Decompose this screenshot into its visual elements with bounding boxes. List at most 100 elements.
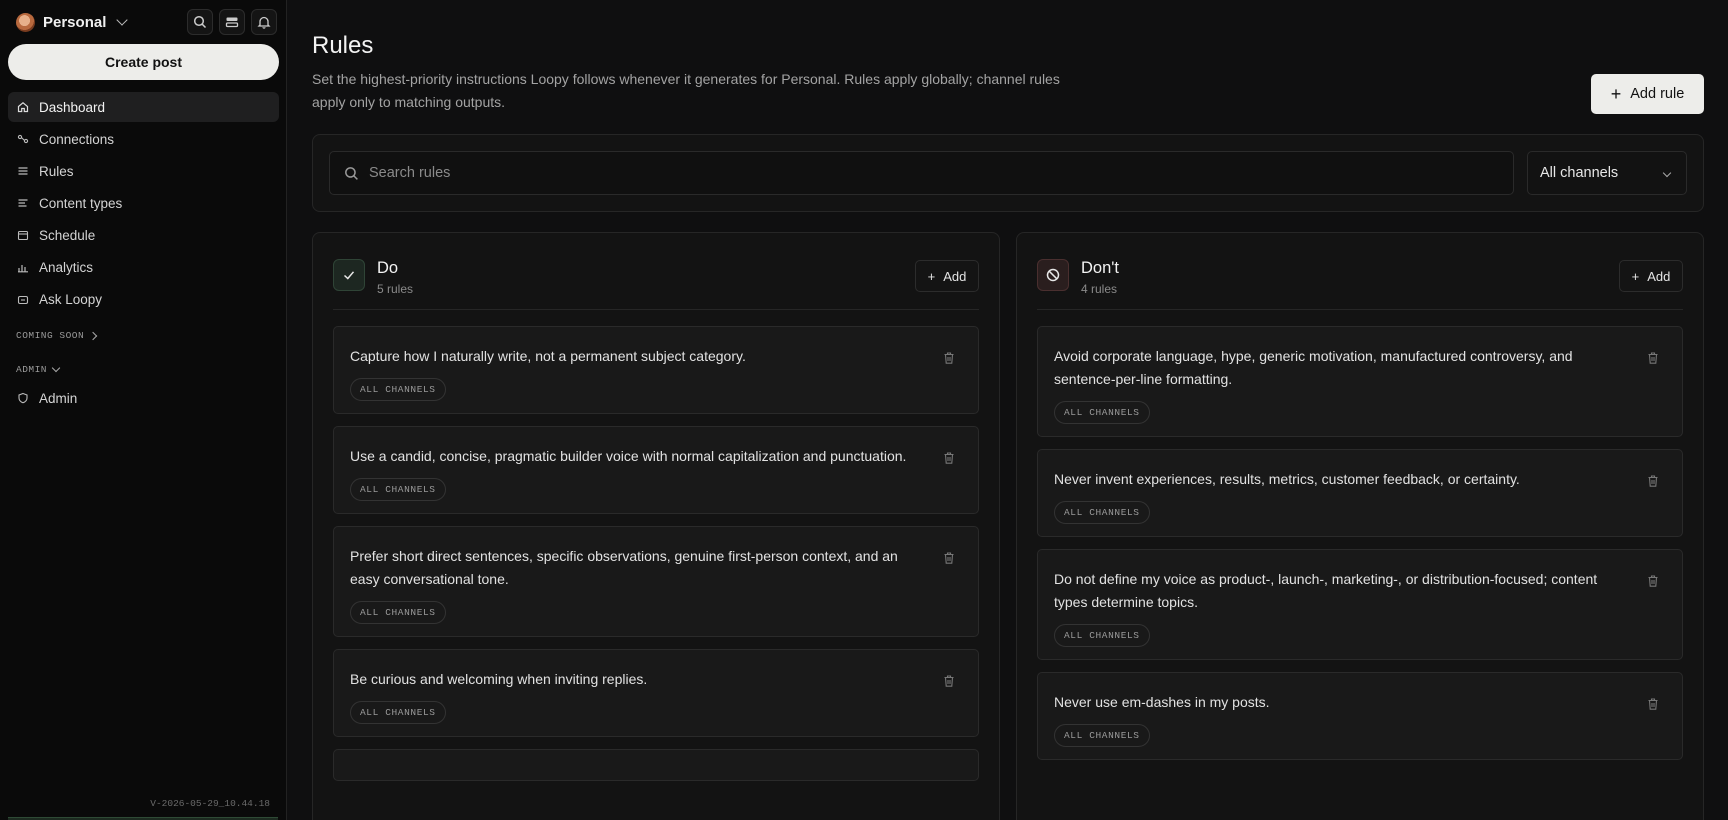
sidebar-item-label: Admin [39, 390, 78, 406]
sidebar-item-content-types[interactable]: Content types [8, 188, 279, 218]
admin-section-label: ADMIN [16, 364, 48, 375]
do-column-title: Do [377, 259, 399, 277]
rule-text[interactable]: Prefer short direct sentences, specific … [350, 545, 918, 591]
bot-icon [17, 295, 29, 305]
bell-icon [257, 16, 271, 29]
sidebar-item-label: Schedule [39, 227, 96, 243]
divider [1037, 309, 1683, 310]
trash-icon[interactable] [1646, 474, 1660, 488]
dont-add-button[interactable]: + Add [1619, 260, 1683, 292]
sidebar-item-schedule[interactable]: Schedule [8, 220, 279, 250]
dont-rule-count: 4 rules [1081, 282, 1118, 296]
main-content: Rules Set the highest-priority instructi… [288, 0, 1728, 820]
rule-card: Capture how I naturally write, not a per… [333, 326, 979, 414]
rule-text[interactable]: Be curious and welcoming when inviting r… [350, 668, 918, 691]
trash-icon[interactable] [1646, 351, 1660, 365]
rule-text[interactable]: Use a candid, concise, pragmatic builder… [350, 445, 918, 468]
add-rule-button[interactable]: + Add rule [1591, 74, 1704, 114]
sidebar-item-label: Content types [39, 195, 123, 211]
notifications-button[interactable] [251, 9, 277, 35]
layout-icon [225, 17, 239, 28]
rule-text[interactable]: Never invent experiences, results, metri… [1054, 468, 1622, 491]
rule-text[interactable]: Avoid corporate language, hype, generic … [1054, 345, 1622, 391]
search-icon [345, 166, 358, 180]
calendar-icon [17, 230, 29, 241]
search-input[interactable] [369, 165, 1469, 181]
sidebar-item-admin[interactable]: Admin [8, 383, 279, 413]
plus-icon: + [927, 268, 936, 284]
connections-icon [17, 134, 29, 144]
create-post-button[interactable]: Create post [8, 44, 279, 80]
home-icon [17, 102, 29, 113]
do-add-button[interactable]: + Add [915, 260, 979, 292]
sidebar: Personal Create post Dashboard Connectio… [0, 0, 287, 820]
shield-icon [18, 392, 28, 404]
divider [333, 309, 979, 310]
sidebar-item-rules[interactable]: Rules [8, 156, 279, 186]
do-rule-list: Capture how I naturally write, not a per… [333, 326, 979, 793]
rule-card: Avoid corporate language, hype, generic … [1037, 326, 1683, 437]
lines-icon [18, 199, 28, 207]
sidebar-item-ask-loopy[interactable]: Ask Loopy [8, 284, 279, 314]
coming-soon-section[interactable]: COMING SOON [16, 330, 98, 341]
rule-card: Do not define my voice as product-, laun… [1037, 549, 1683, 660]
rule-card: Be curious and welcoming when inviting r… [333, 649, 979, 737]
dont-add-label: Add [1647, 268, 1671, 284]
channel-tag: ALL CHANNELS [350, 701, 446, 724]
channel-tag: ALL CHANNELS [1054, 501, 1150, 524]
trash-icon[interactable] [942, 674, 956, 688]
workspace-switcher[interactable]: Personal [16, 10, 129, 34]
channel-select-value: All channels [1540, 165, 1619, 181]
sidebar-item-label: Rules [39, 163, 74, 179]
do-column: Do 5 rules + Add Capture how I naturally… [312, 232, 1000, 820]
page-title: Rules [312, 32, 374, 59]
trash-icon[interactable] [942, 451, 956, 465]
version-label: V-2026-05-29_10.44.18 [150, 798, 270, 809]
trash-icon[interactable] [1646, 574, 1660, 588]
channel-tag: ALL CHANNELS [350, 478, 446, 501]
trash-icon[interactable] [942, 351, 956, 365]
rule-card: Prefer short direct sentences, specific … [333, 526, 979, 637]
workspace-name: Personal [43, 13, 107, 31]
sidebar-item-label: Ask Loopy [39, 291, 103, 307]
dont-rule-list: Avoid corporate language, hype, generic … [1037, 326, 1683, 772]
channel-tag: ALL CHANNELS [1054, 724, 1150, 747]
layout-button[interactable] [219, 9, 245, 35]
check-icon [333, 259, 365, 291]
coming-soon-label: COMING SOON [16, 330, 85, 341]
do-rule-count: 5 rules [377, 282, 414, 296]
channel-tag: ALL CHANNELS [1054, 401, 1150, 424]
avatar [16, 12, 35, 32]
sidebar-item-analytics[interactable]: Analytics [8, 252, 279, 282]
sidebar-item-dashboard[interactable]: Dashboard [8, 92, 279, 122]
sidebar-item-label: Dashboard [39, 99, 106, 115]
filter-bar: All channels [312, 134, 1704, 212]
chevron-down-icon [116, 14, 129, 26]
rule-text[interactable]: Capture how I naturally write, not a per… [350, 345, 918, 368]
add-rule-label: Add rule [1630, 86, 1685, 102]
ban-icon [1037, 259, 1069, 291]
sidebar-item-label: Connections [39, 131, 115, 147]
dont-column: Don't 4 rules + Add Avoid corporate lang… [1016, 232, 1704, 820]
admin-section[interactable]: ADMIN [16, 363, 61, 375]
chevron-down-icon [1662, 168, 1672, 178]
chevron-right-icon [88, 331, 98, 340]
page-description: Set the highest-priority instructions Lo… [312, 71, 1060, 110]
trash-icon[interactable] [942, 551, 956, 565]
sidebar-item-label: Analytics [39, 259, 94, 275]
trash-icon[interactable] [1646, 697, 1660, 711]
rule-card: Never invent experiences, results, metri… [1037, 449, 1683, 537]
sidebar-item-connections[interactable]: Connections [8, 124, 279, 154]
plus-icon: + [1631, 268, 1640, 284]
dont-column-title: Don't [1081, 259, 1120, 277]
rule-card: Never use em-dashes in my posts. ALL CHA… [1037, 672, 1683, 760]
search-field[interactable] [329, 151, 1514, 195]
search-icon [193, 15, 207, 29]
channel-tag: ALL CHANNELS [1054, 624, 1150, 647]
search-button[interactable] [187, 9, 213, 35]
rule-text[interactable]: Never use em-dashes in my posts. [1054, 691, 1622, 714]
channel-select[interactable]: All channels [1527, 151, 1687, 195]
list-icon [18, 167, 28, 175]
do-add-label: Add [943, 268, 967, 284]
rule-text[interactable]: Do not define my voice as product-, laun… [1054, 568, 1622, 614]
